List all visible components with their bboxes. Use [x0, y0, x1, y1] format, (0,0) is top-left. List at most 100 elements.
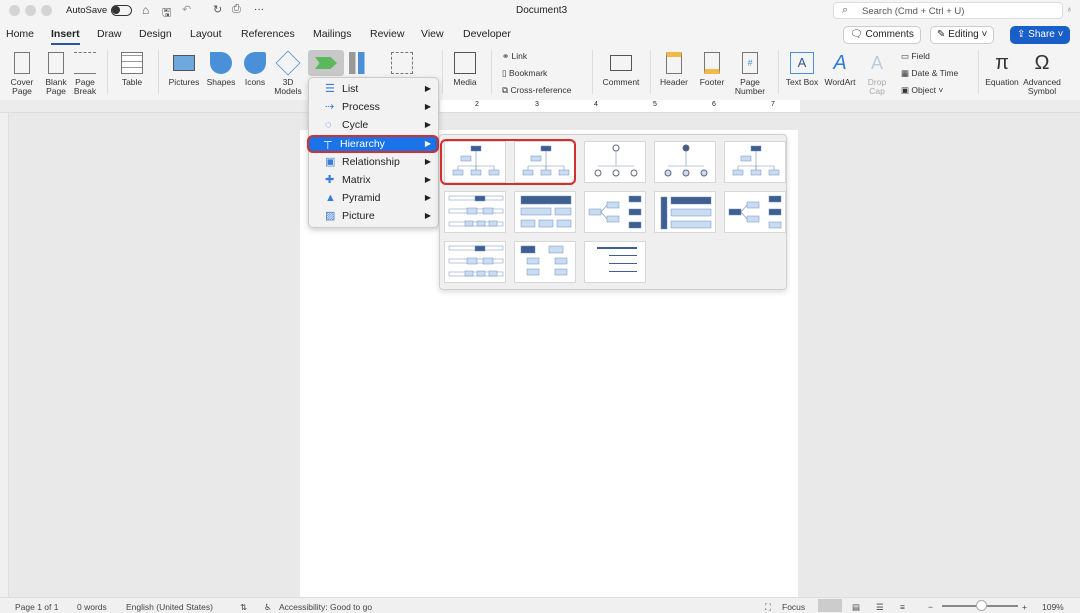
hierarchy-layout-thumbnail[interactable]	[514, 191, 576, 233]
menu-item-process[interactable]: ⇢ Process ▶	[311, 98, 437, 116]
hierarchy-layout-thumbnail[interactable]	[654, 191, 716, 233]
tab-review[interactable]: Review	[370, 28, 404, 40]
home-icon[interactable]: ⌂	[142, 3, 149, 17]
footer-icon	[704, 52, 720, 74]
link-button[interactable]: ⚭ Link	[502, 52, 527, 61]
vertical-ruler[interactable]	[0, 113, 9, 597]
comments-button[interactable]: 🗨 Comments	[843, 26, 921, 44]
hierarchy-layout-thumbnail[interactable]	[584, 141, 646, 183]
track-changes-icon[interactable]: ⇅	[240, 602, 247, 613]
zoom-out-button[interactable]: −	[928, 602, 933, 612]
tab-home[interactable]: Home	[6, 28, 34, 40]
hierarchy-layout-thumbnail[interactable]	[724, 141, 786, 183]
page-break-button[interactable]: Page Break	[72, 52, 98, 96]
title-bar: AutoSave ⌂ 🖫 ↶ ↻ ⎙ ··· Document3 ⌕ Searc…	[0, 0, 1080, 22]
footer-button[interactable]: Footer	[696, 52, 728, 87]
menu-item-hierarchy[interactable]: ⊤ Hierarchy ▶	[307, 134, 439, 153]
pyramid-icon: ▲	[325, 192, 336, 205]
cross-reference-button[interactable]: ⧉ Cross-reference	[502, 86, 571, 95]
text-box-button[interactable]: A Text Box	[784, 52, 820, 87]
pictures-button[interactable]: Pictures	[165, 52, 203, 87]
tab-draw[interactable]: Draw	[97, 28, 122, 40]
drop-cap-button[interactable]: A Drop Cap	[862, 52, 892, 96]
tab-developer[interactable]: Developer	[463, 28, 511, 40]
close-window-button[interactable]	[9, 5, 20, 16]
minimize-window-button[interactable]	[25, 5, 36, 16]
hierarchy-layout-thumbnail[interactable]	[514, 241, 576, 283]
screenshot-button[interactable]	[388, 52, 416, 78]
menu-item-pyramid[interactable]: ▲ Pyramid ▶	[311, 189, 437, 207]
object-button[interactable]: ▣ Object ˅	[901, 86, 943, 95]
menu-item-list[interactable]: ☰ List ▶	[311, 80, 437, 98]
equation-button[interactable]: π Equation	[982, 52, 1022, 87]
more-button[interactable]: ···	[254, 4, 264, 15]
search-input[interactable]: ⌕ Search (Cmd + Ctrl + U)	[833, 2, 1063, 19]
chart-button[interactable]	[348, 52, 372, 78]
submenu-arrow-icon: ▶	[424, 211, 431, 221]
tab-insert[interactable]: Insert	[51, 28, 80, 45]
layout-preview-icon	[664, 144, 708, 177]
web-layout-view-button[interactable]: ▤	[852, 602, 860, 613]
smartart-button[interactable]	[308, 50, 344, 76]
tab-layout[interactable]: Layout	[190, 28, 222, 40]
zoom-slider-handle[interactable]	[976, 600, 987, 611]
draft-view-button[interactable]: ≡	[900, 602, 905, 612]
wordart-button[interactable]: A WordArt	[822, 52, 858, 87]
layout-preview-icon	[588, 195, 642, 229]
divider	[107, 50, 108, 94]
media-button[interactable]: Media	[448, 52, 482, 87]
editing-button[interactable]: ✎ Editing ˅	[930, 26, 995, 44]
hierarchy-layout-thumbnail[interactable]	[654, 141, 716, 183]
menu-item-cycle[interactable]: ◌ Cycle ▶	[311, 116, 437, 134]
icons-button[interactable]: Icons	[242, 52, 268, 87]
wordart-icon: A	[833, 52, 847, 74]
save-icon[interactable]: 🖫	[162, 4, 171, 23]
hierarchy-layout-thumbnail[interactable]	[584, 241, 646, 283]
table-button[interactable]: Table	[115, 52, 149, 87]
print-icon[interactable]: ⎙	[232, 3, 241, 16]
print-layout-view-button[interactable]	[818, 599, 842, 612]
page-count[interactable]: Page 1 of 1	[15, 602, 58, 612]
advanced-symbol-button[interactable]: Ω Advanced Symbol	[1022, 52, 1062, 96]
cycle-icon: ◌	[325, 119, 332, 132]
ribbon-tabs: Home Insert Draw Design Layout Reference…	[0, 22, 1080, 46]
focus-button[interactable]: Focus	[782, 602, 805, 612]
zoom-window-button[interactable]	[41, 5, 52, 16]
tab-references[interactable]: References	[241, 28, 295, 40]
undo-icon[interactable]: ↶	[182, 3, 191, 16]
menu-item-picture[interactable]: ▨ Picture ▶	[311, 207, 437, 225]
blank-page-button[interactable]: Blank Page	[42, 52, 70, 96]
hierarchy-layout-thumbnail[interactable]	[444, 241, 506, 283]
comment-button[interactable]: Comment	[600, 52, 642, 87]
ruler[interactable]: 2 3 4 5 6 7	[0, 100, 1080, 113]
layout-preview-icon	[732, 145, 780, 176]
hierarchy-layout-thumbnail[interactable]	[724, 191, 786, 233]
accessibility-status[interactable]: Accessibility: Good to go	[279, 602, 372, 612]
word-count[interactable]: 0 words	[77, 602, 107, 612]
hierarchy-layout-thumbnail[interactable]	[444, 191, 506, 233]
redo-icon[interactable]: ↻	[213, 3, 222, 16]
date-time-button[interactable]: ▦ Date & Time	[901, 69, 958, 78]
tab-view[interactable]: View	[421, 28, 444, 40]
autosave-toggle[interactable]	[111, 5, 132, 16]
3d-models-button[interactable]: 3D Models	[272, 50, 304, 96]
cover-page-button[interactable]: Cover Page	[5, 52, 39, 96]
page-number-button[interactable]: # Page Number	[732, 52, 768, 96]
menu-item-relationship[interactable]: ▣ Relationship ▶	[311, 153, 437, 171]
relationship-icon: ▣	[325, 155, 336, 168]
field-button[interactable]: ▭ Field	[901, 52, 930, 61]
hierarchy-layout-thumbnail[interactable]	[584, 191, 646, 233]
zoom-in-button[interactable]: +	[1022, 602, 1027, 612]
account-icon[interactable]: ♁	[1066, 4, 1073, 14]
layout-preview-icon	[448, 245, 504, 277]
language[interactable]: English (United States)	[126, 602, 213, 612]
tab-design[interactable]: Design	[139, 28, 172, 40]
share-button[interactable]: ⇪ Share ˅	[1010, 26, 1071, 44]
tab-mailings[interactable]: Mailings	[313, 28, 352, 40]
menu-item-matrix[interactable]: ✚ Matrix ▶	[311, 171, 437, 189]
shapes-button[interactable]: Shapes	[204, 52, 238, 87]
bookmark-button[interactable]: ▯ Bookmark	[502, 69, 547, 78]
outline-view-button[interactable]: ☰	[876, 602, 884, 613]
header-button[interactable]: Header	[656, 52, 692, 87]
zoom-level[interactable]: 109%	[1042, 602, 1064, 612]
